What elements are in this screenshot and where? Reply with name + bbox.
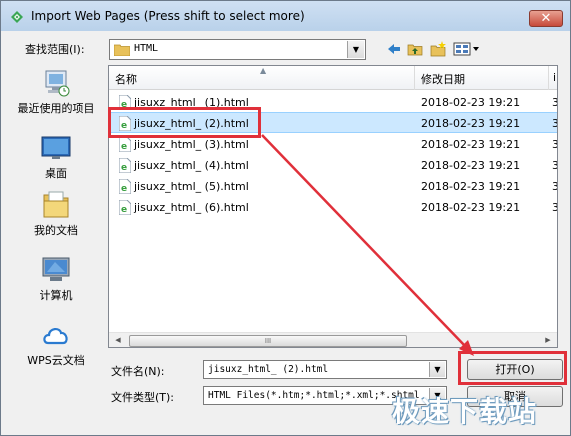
place-label: 我的文档 xyxy=(34,224,78,237)
filename-label: 文件名(N): xyxy=(111,365,165,378)
file-date: 2018-02-23 19:21 xyxy=(421,201,521,214)
file-date: 2018-02-23 19:21 xyxy=(421,180,521,193)
places-bar: 最近使用的项目 桌面 我的文档 计算机 WPS云文档 xyxy=(7,65,105,369)
file-extra: 3 xyxy=(552,159,557,172)
column-header-name[interactable]: 名称 xyxy=(115,71,137,87)
import-dialog: Import Web Pages (Press shift to select … xyxy=(0,0,571,436)
scroll-thumb[interactable]: III xyxy=(129,335,407,347)
file-extra: 3 xyxy=(552,96,557,109)
place-label: WPS云文档 xyxy=(27,354,85,367)
file-extra: 3 xyxy=(552,201,557,214)
scroll-right-icon[interactable]: ▶ xyxy=(541,336,555,344)
list-item[interactable]: e jisuxz_html_ (1).html 2018-02-23 19:21… xyxy=(109,92,557,113)
list-item[interactable]: e jisuxz_html_ (5).html 2018-02-23 19:21… xyxy=(109,176,557,197)
file-list[interactable]: ▲ 名称 修改日期 i e jisuxz_html_ (1).html 2018… xyxy=(108,65,558,348)
list-item[interactable]: e jisuxz_html_ (4).html 2018-02-23 19:21… xyxy=(109,155,557,176)
html-file-icon: e xyxy=(119,95,131,110)
list-item-selected[interactable]: e jisuxz_html_ (2).html 2018-02-23 19:21… xyxy=(109,112,557,133)
chevron-down-icon[interactable]: ▼ xyxy=(429,362,445,377)
file-name: jisuxz_html_ (1).html xyxy=(134,96,249,109)
file-name: jisuxz_html_ (5).html xyxy=(134,180,249,193)
filename-field[interactable]: jisuxz_html_ (2).html ▼ xyxy=(203,360,447,379)
computer-icon xyxy=(42,257,70,281)
filetype-label: 文件类型(T): xyxy=(111,391,175,404)
place-label: 最近使用的项目 xyxy=(17,102,95,115)
html-file-icon: e xyxy=(119,200,131,215)
svg-text:e: e xyxy=(121,100,127,110)
lookin-value: HTML xyxy=(134,43,159,54)
back-arrow-icon[interactable] xyxy=(385,41,403,59)
view-menu-icon[interactable] xyxy=(453,41,481,59)
file-date: 2018-02-23 19:21 xyxy=(421,138,521,151)
place-computer[interactable]: 计算机 xyxy=(7,254,105,302)
file-extra: 3 xyxy=(552,138,557,151)
new-folder-icon[interactable] xyxy=(429,41,447,59)
file-date: 2018-02-23 19:21 xyxy=(421,117,521,130)
window-title: Import Web Pages (Press shift to select … xyxy=(31,9,305,23)
recent-items-icon xyxy=(45,70,70,97)
open-button[interactable]: 打开(O) xyxy=(467,359,563,380)
list-header: ▲ 名称 修改日期 i xyxy=(109,66,557,90)
lookin-label: 查找范围(I): xyxy=(25,43,85,56)
html-file-icon: e xyxy=(119,137,131,152)
up-folder-icon[interactable] xyxy=(406,41,424,59)
svg-text:e: e xyxy=(121,142,127,152)
folder-icon xyxy=(114,44,130,56)
filename-value: jisuxz_html_ (2).html xyxy=(208,364,329,375)
file-name: jisuxz_html_ (2).html xyxy=(134,117,249,130)
app-logo-icon xyxy=(11,11,23,23)
place-label: 桌面 xyxy=(45,167,67,180)
file-extra: 3 xyxy=(552,117,557,130)
column-header-extra[interactable]: i xyxy=(553,71,556,84)
file-name: jisuxz_html_ (4).html xyxy=(134,159,249,172)
svg-text:e: e xyxy=(121,163,127,173)
documents-icon xyxy=(43,191,69,218)
sort-ascending-icon: ▲ xyxy=(260,66,267,75)
filetype-value: HTML Files(*.htm;*.html;*.xml;*.shtml xyxy=(208,390,420,401)
file-date: 2018-02-23 19:21 xyxy=(421,159,521,172)
chevron-down-icon[interactable]: ▼ xyxy=(347,41,364,58)
desktop-icon xyxy=(41,136,71,159)
file-name: jisuxz_html_ (6).html xyxy=(134,201,249,214)
place-wps-cloud[interactable]: WPS云文档 xyxy=(7,319,105,367)
svg-text:e: e xyxy=(121,205,127,215)
html-file-icon: e xyxy=(119,116,131,131)
column-header-date[interactable]: 修改日期 xyxy=(421,71,465,87)
file-name: jisuxz_html_ (3).html xyxy=(134,138,249,151)
place-label: 计算机 xyxy=(39,289,73,302)
list-item[interactable]: e jisuxz_html_ (3).html 2018-02-23 19:21… xyxy=(109,134,557,155)
svg-text:e: e xyxy=(121,121,127,131)
place-desktop[interactable]: 桌面 xyxy=(7,132,105,180)
close-button[interactable]: ✕ xyxy=(529,10,563,27)
place-documents[interactable]: 我的文档 xyxy=(7,189,105,237)
file-extra: 3 xyxy=(552,180,557,193)
html-file-icon: e xyxy=(119,179,131,194)
lookin-dropdown[interactable]: HTML ▼ xyxy=(109,39,366,60)
html-file-icon: e xyxy=(119,158,131,173)
horizontal-scrollbar[interactable]: ◀ III ▶ xyxy=(109,332,557,347)
watermark-text: 极速下载站 xyxy=(392,395,538,428)
title-bar[interactable]: Import Web Pages (Press shift to select … xyxy=(1,1,570,31)
list-item[interactable]: e jisuxz_html_ (6).html 2018-02-23 19:21… xyxy=(109,197,557,218)
place-recent[interactable]: 最近使用的项目 xyxy=(7,67,105,115)
file-date: 2018-02-23 19:21 xyxy=(421,96,521,109)
wps-cloud-icon xyxy=(43,328,68,345)
scroll-left-icon[interactable]: ◀ xyxy=(111,336,125,344)
svg-text:e: e xyxy=(121,184,127,194)
